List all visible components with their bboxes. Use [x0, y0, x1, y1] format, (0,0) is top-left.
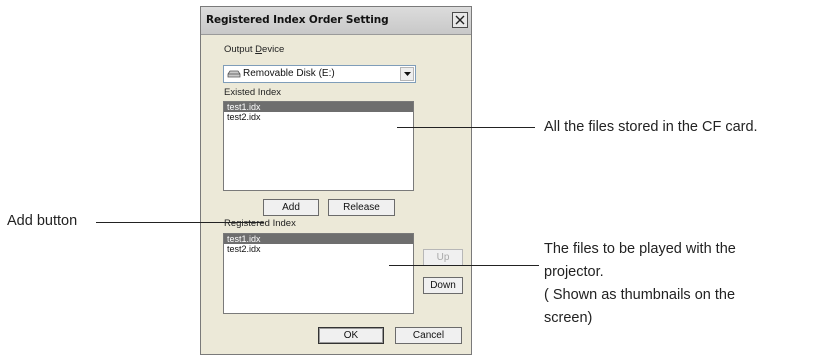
files-played-line-1: The files to be played with the: [544, 241, 736, 257]
dialog-titlebar[interactable]: Registered Index Order Setting: [201, 7, 471, 35]
down-button[interactable]: Down: [423, 277, 463, 294]
existed-index-list[interactable]: test1.idx test2.idx: [223, 101, 414, 191]
files-played-callout: The files to be played with the projecto…: [544, 238, 736, 330]
up-button[interactable]: Up: [423, 249, 463, 266]
registered-index-dialog: Registered Index Order Setting Output De…: [200, 6, 472, 355]
files-played-line-4: screen): [544, 310, 593, 326]
output-device-select[interactable]: Removable Disk (E:): [223, 65, 416, 83]
removable-disk-icon: [227, 70, 241, 78]
add-button-leader-line: [96, 222, 264, 223]
existed-index-label: Existed Index: [224, 87, 282, 98]
list-item[interactable]: test2.idx: [224, 244, 413, 254]
registered-index-list[interactable]: test1.idx test2.idx: [223, 233, 414, 314]
close-icon: [455, 15, 465, 25]
dropdown-button[interactable]: [400, 67, 414, 81]
files-stored-callout: All the files stored in the CF card.: [544, 119, 758, 135]
output-device-value: Removable Disk (E:): [243, 68, 335, 79]
close-button[interactable]: [452, 12, 468, 28]
list-item[interactable]: test1.idx: [224, 102, 413, 112]
add-button-callout: Add button: [7, 213, 78, 229]
chevron-down-icon: [404, 72, 411, 76]
files-played-line-2: projector.: [544, 264, 604, 280]
list-item[interactable]: test1.idx: [224, 234, 413, 244]
files-played-line-3: ( Shown as thumbnails on the: [544, 287, 736, 303]
registered-index-label: Registered Index: [224, 218, 296, 229]
files-stored-leader-line: [397, 127, 535, 128]
add-button[interactable]: Add: [263, 199, 319, 216]
files-played-leader-line: [389, 265, 539, 266]
cancel-button[interactable]: Cancel: [395, 327, 462, 344]
release-button[interactable]: Release: [328, 199, 395, 216]
ok-button[interactable]: OK: [318, 327, 384, 344]
dialog-title: Registered Index Order Setting: [206, 14, 389, 26]
list-item[interactable]: test2.idx: [224, 112, 413, 122]
output-device-label: Output Device: [224, 44, 285, 55]
